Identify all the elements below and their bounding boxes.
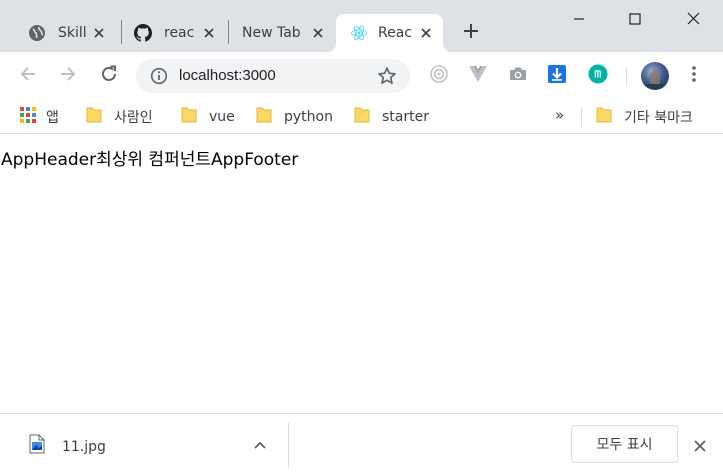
page-text: AppHeader최상위 컴퍼넌트AppFooter [1, 150, 299, 170]
close-icon [687, 10, 700, 29]
close-icon[interactable] [310, 25, 326, 41]
tab-strip: Skill reac New Tab Reac [0, 0, 723, 52]
url-text[interactable]: localhost:3000 [179, 67, 276, 84]
address-bar[interactable]: localhost:3000 [136, 59, 410, 93]
tab-react-app[interactable]: Reac [336, 14, 443, 52]
globe-icon [28, 24, 46, 42]
bookmarks-overflow-button[interactable]: » [555, 106, 564, 124]
plus-icon [463, 23, 479, 43]
close-icon[interactable] [418, 25, 434, 41]
chevron-up-icon[interactable] [251, 436, 269, 454]
minimize-icon [573, 10, 585, 29]
bookmark-folder[interactable]: vue [181, 106, 235, 128]
folder-icon [596, 106, 612, 128]
m-circle-icon [588, 64, 608, 88]
tab-skill[interactable]: Skill [8, 14, 116, 52]
reload-icon [100, 65, 118, 87]
bookmarks-divider [581, 108, 582, 126]
bookmark-folder[interactable]: 사람인 [86, 106, 153, 128]
back-button[interactable] [14, 62, 42, 90]
show-all-button[interactable]: 모두 표시 [571, 425, 678, 463]
image-file-icon[interactable] [29, 434, 45, 454]
minimize-button[interactable] [550, 0, 608, 38]
github-icon [134, 24, 152, 42]
screenshot-extension-button[interactable] [507, 65, 529, 87]
bookmark-label: 앱 [46, 110, 59, 126]
bookmarks-bar: 앱 사람인 vue python starter » 기타 북마크 [0, 100, 723, 134]
back-arrow-icon [19, 65, 37, 87]
downloader-extension-button[interactable] [546, 65, 568, 87]
folder-icon [354, 106, 370, 128]
bookmark-folder[interactable]: python [256, 106, 333, 128]
browser-toolbar: localhost:3000 [0, 52, 723, 100]
profile-avatar[interactable] [641, 62, 669, 90]
close-icon[interactable] [201, 25, 217, 41]
bookmark-other-folder[interactable]: 기타 북마크 [596, 106, 693, 128]
react-icon [350, 24, 368, 42]
window-close-button[interactable] [664, 0, 722, 38]
vue-devtools-icon [468, 65, 488, 87]
bookmark-label: starter [382, 109, 429, 125]
bookmark-label: vue [209, 109, 235, 125]
tab-label: Skill [58, 25, 87, 41]
vue-devtools-button[interactable] [467, 65, 489, 87]
bookmark-star-icon[interactable] [377, 66, 397, 86]
download-arrow-icon [547, 64, 567, 88]
download-file-name[interactable]: 11.jpg [62, 439, 106, 455]
bookmark-label: 기타 북마크 [624, 110, 693, 126]
tab-label: Reac [378, 25, 412, 41]
folder-icon [86, 106, 102, 128]
target-extension-button[interactable] [428, 65, 450, 87]
camera-icon [508, 65, 528, 87]
chrome-menu-button[interactable] [684, 65, 704, 87]
tab-label: reac [164, 25, 195, 41]
target-icon [429, 64, 449, 88]
toolbar-divider [626, 68, 627, 86]
tab-label: New Tab [242, 25, 301, 41]
new-tab-button[interactable] [458, 20, 484, 46]
download-shelf: 11.jpg 모두 표시 [0, 413, 723, 476]
forward-arrow-icon [59, 65, 77, 87]
maximize-icon [629, 10, 641, 29]
folder-icon [181, 106, 197, 128]
tab-new-tab[interactable]: New Tab [229, 14, 335, 52]
apps-grid-icon [20, 107, 36, 127]
m-extension-button[interactable] [587, 64, 609, 88]
folder-icon [256, 106, 272, 128]
page-viewport: AppHeader최상위 컴퍼넌트AppFooter [0, 135, 723, 413]
bookmark-folder[interactable]: starter [354, 106, 429, 128]
download-divider [288, 422, 289, 468]
close-icon[interactable] [690, 436, 710, 456]
bookmark-label: 사람인 [114, 110, 153, 126]
bookmark-apps[interactable]: 앱 [20, 106, 59, 128]
info-icon[interactable] [150, 67, 168, 85]
forward-button[interactable] [54, 62, 82, 90]
reload-button[interactable] [95, 62, 123, 90]
bookmark-label: python [284, 109, 333, 125]
tab-react-github[interactable]: reac [114, 14, 226, 52]
close-icon[interactable] [91, 25, 107, 41]
maximize-button[interactable] [606, 0, 664, 38]
kebab-menu-icon [692, 65, 696, 87]
